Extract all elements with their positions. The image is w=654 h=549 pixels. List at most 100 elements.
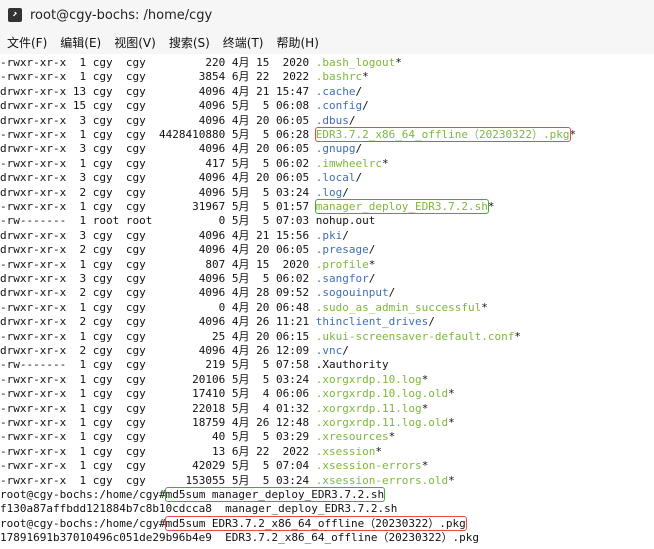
ls-day: 5 bbox=[256, 473, 270, 487]
ls-suffix: / bbox=[355, 171, 363, 185]
ls-owner: cgy bbox=[92, 113, 120, 127]
terminal-app-icon bbox=[8, 8, 22, 22]
terminal-output[interactable]: -rwxr-xr-x 1 cgy cgy 220 4月 15 2020 .bas… bbox=[0, 56, 654, 549]
ls-links: 1 bbox=[72, 430, 87, 444]
ls-perm: drwxr-xr-x bbox=[0, 113, 67, 127]
ls-owner: cgy bbox=[92, 401, 120, 415]
ls-links: 3 bbox=[72, 113, 87, 127]
ls-line: -rw------- 1 cgy cgy 219 5月 5 07:58 .Xau… bbox=[0, 358, 389, 372]
ls-month: 5月 bbox=[231, 272, 250, 285]
ls-group: cgy bbox=[125, 300, 153, 314]
ls-group: cgy bbox=[125, 185, 153, 199]
ls-day: 20 bbox=[256, 113, 270, 127]
command-line: root@cgy-bochs:/home/cgy#md5sum EDR3.7.2… bbox=[0, 515, 467, 531]
ls-month: 4月 bbox=[231, 416, 250, 429]
ls-links: 1 bbox=[72, 358, 87, 372]
ls-line: -rwxr-xr-x 1 cgy cgy 220 4月 15 2020 .bas… bbox=[0, 56, 402, 70]
menu-edit[interactable]: 编辑(E) bbox=[60, 32, 101, 53]
ls-time: 01:57 bbox=[275, 200, 310, 213]
ls-owner: cgy bbox=[92, 358, 120, 372]
ls-links: 1 bbox=[72, 300, 87, 314]
ls-filename: .cache bbox=[315, 84, 356, 98]
ls-size: 18759 bbox=[158, 416, 226, 429]
ls-filename: .sangfor bbox=[315, 272, 369, 285]
ls-month: 4月 bbox=[231, 243, 250, 257]
ls-suffix: / bbox=[355, 142, 363, 156]
menu-help[interactable]: 帮助(H) bbox=[277, 32, 319, 53]
menu-view[interactable]: 视图(V) bbox=[114, 32, 156, 53]
ls-size: 807 bbox=[158, 257, 226, 271]
ls-time: 2022 bbox=[275, 444, 310, 458]
ls-line: drwxr-xr-x 3 cgy cgy 4096 4月 20 06:05 .l… bbox=[0, 171, 362, 185]
ls-line: -rwxr-xr-x 1 cgy cgy 40 5月 5 03:29 .xres… bbox=[0, 430, 395, 444]
ls-line: -rwxr-xr-x 1 cgy cgy 31967 5月 5 01:57 ma… bbox=[0, 199, 495, 214]
ls-owner: cgy bbox=[92, 185, 120, 199]
ls-day: 20 bbox=[256, 243, 270, 257]
ls-month: 4月 bbox=[231, 344, 250, 357]
ls-month: 5月 bbox=[231, 430, 250, 444]
ls-month: 5月 bbox=[231, 128, 250, 141]
ls-time: 15:47 bbox=[275, 84, 310, 98]
ls-size: 20106 bbox=[158, 372, 226, 386]
ls-line: drwxr-xr-x 2 cgy cgy 4096 4月 20 06:05 .p… bbox=[0, 243, 375, 257]
ls-perm: drwxr-xr-x bbox=[0, 315, 67, 329]
ls-group: cgy bbox=[125, 459, 153, 473]
ls-line: drwxr-xr-x 2 cgy cgy 4096 4月 28 09:52 .s… bbox=[0, 286, 395, 300]
ls-group: cgy bbox=[125, 387, 153, 401]
ls-month: 5月 bbox=[231, 214, 250, 228]
ls-perm: -rwxr-xr-x bbox=[0, 70, 67, 84]
ls-size: 4428410880 bbox=[158, 128, 226, 141]
ls-size: 31967 bbox=[158, 200, 226, 213]
ls-group: cgy bbox=[125, 228, 153, 242]
menu-terminal[interactable]: 终端(T) bbox=[223, 32, 264, 53]
ls-month: 5月 bbox=[231, 372, 250, 386]
ls-day: 5 bbox=[256, 459, 270, 473]
ls-time: 03:24 bbox=[275, 185, 310, 199]
ls-links: 1 bbox=[72, 401, 87, 415]
ls-day: 5 bbox=[256, 200, 270, 213]
ls-line: -rwxr-xr-x 1 cgy cgy 807 4月 15 2020 .pro… bbox=[0, 258, 375, 272]
ls-owner: cgy bbox=[92, 372, 120, 386]
ls-perm: -rwxr-xr-x bbox=[0, 387, 67, 401]
ls-size: 219 bbox=[158, 358, 226, 372]
ls-filename: .xsession-errors bbox=[315, 459, 422, 473]
ls-owner: root bbox=[92, 214, 120, 228]
ls-time: 03:24 bbox=[275, 372, 310, 386]
ls-suffix: / bbox=[342, 228, 349, 242]
ls-suffix: / bbox=[342, 344, 349, 357]
ls-perm: -rwxr-xr-x bbox=[0, 329, 67, 343]
ls-month: 4月 bbox=[231, 84, 250, 98]
ls-filename: .gnupg bbox=[315, 142, 356, 156]
ls-size: 4096 bbox=[158, 84, 226, 98]
ls-line: -rwxr-xr-x 1 cgy cgy 18759 4月 26 12:48 .… bbox=[0, 416, 455, 430]
ls-owner: cgy bbox=[92, 315, 120, 329]
menu-search[interactable]: 搜索(S) bbox=[169, 32, 210, 53]
ls-day: 15 bbox=[256, 257, 270, 271]
ls-size: 4096 bbox=[158, 171, 226, 185]
ls-day: 5 bbox=[256, 372, 270, 386]
ls-suffix: / bbox=[355, 84, 363, 98]
ls-links: 3 bbox=[72, 142, 87, 156]
ls-suffix: * bbox=[487, 200, 495, 213]
ls-links: 1 bbox=[72, 214, 87, 228]
ls-group: cgy bbox=[125, 200, 153, 213]
output-text: f130a87affbdd121884b7c8b10cdcca8 manager… bbox=[0, 502, 398, 516]
ls-group: cgy bbox=[125, 142, 153, 156]
ls-time: 07:04 bbox=[275, 459, 310, 473]
ls-size: 4096 bbox=[158, 185, 226, 199]
ls-day: 20 bbox=[256, 171, 270, 185]
ls-owner: cgy bbox=[92, 286, 120, 300]
ls-month: 5月 bbox=[231, 358, 250, 372]
ls-group: cgy bbox=[125, 286, 153, 300]
ls-owner: cgy bbox=[92, 272, 120, 285]
ls-links: 2 bbox=[72, 243, 87, 257]
ls-group: cgy bbox=[125, 171, 153, 185]
ls-suffix: * bbox=[388, 430, 396, 444]
ls-filename: .xresources bbox=[315, 430, 389, 444]
menu-file[interactable]: 文件(F) bbox=[7, 32, 47, 53]
ls-time: 09:52 bbox=[275, 286, 310, 300]
ls-links: 1 bbox=[72, 329, 87, 343]
ls-day: 20 bbox=[256, 300, 270, 314]
ls-line: -rw------- 1 root root 0 5月 5 07:03 nohu… bbox=[0, 214, 375, 228]
ls-group: cgy bbox=[125, 272, 153, 285]
